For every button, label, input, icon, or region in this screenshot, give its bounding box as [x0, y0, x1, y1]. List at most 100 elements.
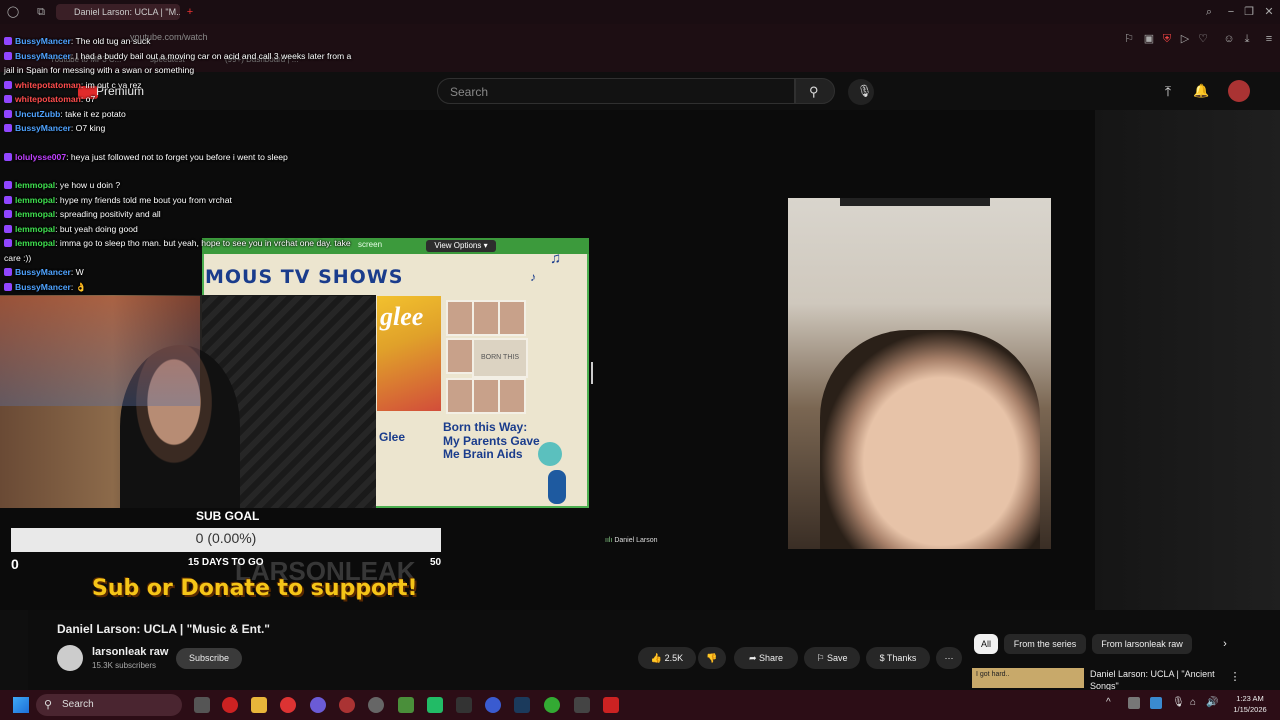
facecam-wall-shelf — [840, 198, 990, 206]
tray-mic-icon[interactable]: 🎙 — [1172, 697, 1185, 708]
thumbs-up-icon: 👍 — [650, 653, 663, 663]
app-icon[interactable] — [280, 697, 296, 713]
more-actions-button[interactable]: ⋯ — [936, 647, 962, 669]
active-app-icon[interactable] — [603, 697, 619, 713]
related-video-title[interactable]: Daniel Larson: UCLA | "Ancient Songs" — [1090, 668, 1230, 692]
chip-from-channel[interactable]: From larsonleak raw — [1092, 634, 1192, 654]
subscribe-button[interactable]: Subscribe — [176, 648, 242, 669]
voice-search-button[interactable]: 🎙 — [848, 79, 874, 105]
file-explorer-icon[interactable] — [251, 697, 267, 713]
upload-icon[interactable]: ⤒ — [1161, 84, 1175, 98]
channel-name[interactable]: larsonleak raw — [92, 646, 168, 658]
taskbar-clock[interactable]: 1:23 AM 1/15/2026 — [1222, 693, 1278, 715]
twitch-icon — [4, 37, 12, 45]
account-icon[interactable]: ☺ — [1222, 32, 1236, 46]
thanks-icon: $ — [879, 653, 885, 663]
chrome-icon[interactable] — [368, 697, 384, 713]
chat-message: BussyMancer: O7 king — [4, 121, 354, 136]
chat-message: lolulysse007: heya just followed not to … — [4, 150, 354, 165]
sub-goal-max: 50 — [430, 557, 442, 568]
channel-avatar[interactable] — [57, 645, 83, 671]
view-options-button[interactable]: View Options ▾ — [426, 240, 496, 252]
chat-message: BussyMancer: I had a buddy bail out a mo… — [4, 50, 352, 75]
chat-message: whitepotatoman: im out c ya rez — [4, 78, 354, 93]
tray-overflow-icon[interactable]: ^ — [1106, 697, 1111, 708]
chat-message: BussyMancer: The old tug an suck — [4, 34, 354, 49]
tab-menu-icon[interactable]: ⧉ — [34, 5, 48, 19]
app-icon[interactable] — [427, 697, 443, 713]
chat-overlay: BussyMancer: The old tug an suck BussyMa… — [4, 34, 354, 294]
twitch-icon — [4, 51, 12, 60]
twitch-icon — [4, 239, 12, 247]
chat-message: BussyMancer: 👌 — [4, 280, 354, 295]
video-title: Daniel Larson: UCLA | "Music & Ent." — [57, 622, 270, 636]
split-handle[interactable] — [591, 362, 593, 384]
menu-icon[interactable]: ≡ — [1262, 32, 1276, 46]
chevron-right-icon[interactable]: › — [1218, 637, 1232, 651]
share-button[interactable]: ➦ Share — [734, 647, 798, 669]
tray-app-icon[interactable] — [1150, 697, 1162, 709]
heart-icon[interactable]: ♡ — [1196, 32, 1210, 46]
search-button[interactable]: ⚲ — [795, 78, 835, 104]
new-tab-icon[interactable]: + — [183, 5, 197, 19]
twitch-icon — [4, 95, 12, 103]
related-more-icon[interactable]: ⋮ — [1228, 670, 1242, 684]
opera-taskbar-icon[interactable] — [222, 697, 238, 713]
twitch-icon — [4, 210, 12, 218]
steam-icon[interactable] — [514, 697, 530, 713]
xbox-icon[interactable] — [544, 697, 560, 713]
shield-icon[interactable]: ⛨ — [1160, 32, 1174, 46]
volume-icon[interactable]: 🔊 — [1206, 697, 1218, 708]
twitch-icon — [4, 124, 12, 132]
app-icon[interactable] — [398, 697, 414, 713]
notifications-bell-icon[interactable]: 🔔 — [1193, 84, 1209, 98]
related-thumbnail[interactable]: I got hard.. — [972, 668, 1084, 688]
face-photo — [446, 378, 474, 414]
chat-message: lemmopal: imma go to sleep tho man. but … — [4, 238, 351, 263]
music-note-icon: ♫ — [550, 250, 562, 267]
chip-all[interactable]: All — [974, 634, 998, 654]
discord-icon[interactable] — [310, 697, 326, 713]
opera-logo-icon[interactable]: ◯ — [6, 5, 20, 19]
born-this-way-sticker: BORN THIS WAY — [472, 338, 528, 397]
twitch-icon — [4, 152, 12, 161]
bookmark-icon[interactable]: ⚐ — [1122, 32, 1136, 46]
task-view-icon[interactable] — [194, 697, 210, 713]
like-button[interactable]: 👍 2.5K — [638, 647, 696, 669]
app-icon[interactable] — [485, 697, 501, 713]
tray-app-icon[interactable] — [1128, 697, 1140, 709]
app-icon[interactable] — [456, 697, 472, 713]
twitch-icon — [4, 282, 12, 291]
restore-icon[interactable]: ❐ — [1242, 5, 1256, 19]
minimize-icon[interactable]: − — [1224, 5, 1238, 19]
windows-start-icon[interactable] — [13, 697, 29, 713]
face-photo — [446, 300, 474, 336]
browser-tab[interactable]: Daniel Larson: UCLA | "M... — [56, 4, 180, 20]
snapshot-icon[interactable]: ▣ — [1142, 32, 1156, 46]
app-icon[interactable] — [339, 697, 355, 713]
network-icon[interactable]: ⌂ — [1190, 697, 1196, 708]
download-icon[interactable]: ⤓ — [1240, 32, 1254, 46]
player-icon[interactable]: ▷ — [1178, 32, 1192, 46]
thanks-button[interactable]: $ Thanks — [866, 647, 930, 669]
save-button[interactable]: ⚐ Save — [804, 647, 860, 669]
user-avatar[interactable] — [1228, 80, 1250, 102]
taskbar-search[interactable]: Search — [36, 694, 182, 716]
app-icon[interactable] — [574, 697, 590, 713]
wall-posters — [0, 296, 200, 406]
chat-message: lemmopal: hype my friends told me bout y… — [4, 193, 354, 208]
thumbs-down-icon: 👎 — [706, 653, 718, 663]
born-this-way-caption: Born this Way: My Parents Gave Me Brain … — [443, 420, 540, 461]
chip-from-series[interactable]: From the series — [1004, 634, 1086, 654]
close-window-icon[interactable]: ✕ — [1262, 5, 1276, 19]
search-input[interactable]: Search — [437, 78, 795, 104]
dislike-button[interactable]: 👎 — [698, 647, 726, 669]
microphone-graphic — [548, 470, 566, 504]
taskbar — [0, 690, 1280, 720]
search-tabs-icon[interactable]: ⌕ — [1202, 5, 1216, 19]
twitch-icon — [4, 224, 12, 233]
sub-goal-title: SUB GOAL — [196, 509, 260, 523]
glee-logo: glee — [380, 302, 424, 331]
signal-icon: ıılı — [605, 537, 613, 544]
taskbar-search-icon: ⚲ — [44, 699, 53, 711]
